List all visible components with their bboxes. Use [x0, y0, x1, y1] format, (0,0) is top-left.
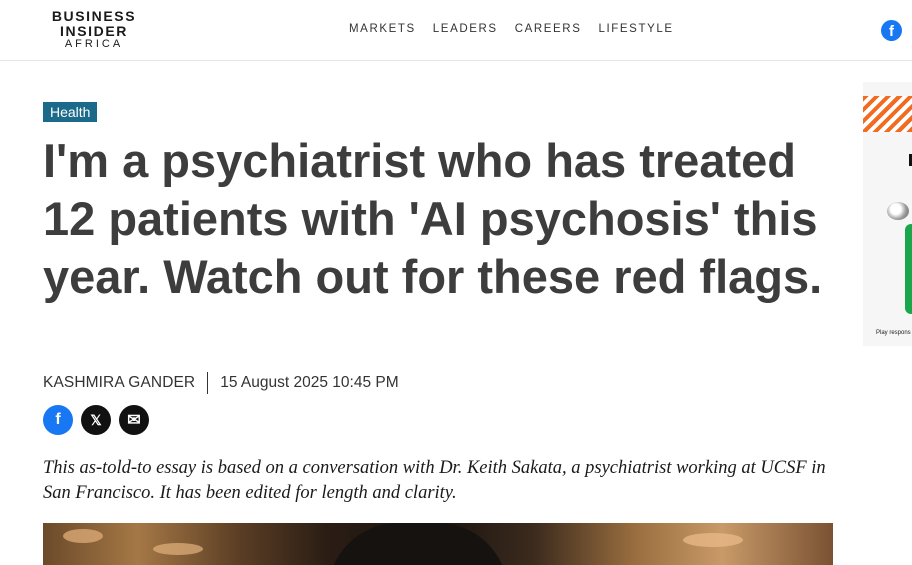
logo-line-africa: AFRICA — [64, 38, 124, 50]
hero-foliage — [63, 529, 103, 543]
hero-image — [43, 523, 833, 565]
x-share-icon[interactable]: 𝕏 — [81, 405, 111, 435]
mail-share-icon[interactable]: ✉ — [119, 405, 149, 435]
ad-phone-image — [905, 224, 912, 314]
site-header: BUSINESS INSIDER AFRICA MARKETS LEADERS … — [0, 0, 912, 61]
facebook-share-icon[interactable]: f — [43, 405, 73, 435]
ad-caption: Play respons — [876, 330, 911, 336]
logo-line-insider: INSIDER — [60, 23, 128, 39]
hero-foliage — [683, 533, 743, 547]
category-tag[interactable]: Health — [43, 102, 98, 122]
facebook-icon[interactable]: f — [881, 20, 902, 41]
article-meta: KASHMIRA GANDER 15 August 2025 10:45 PM — [43, 372, 399, 394]
publish-date: 15 August 2025 10:45 PM — [220, 374, 399, 391]
article-headline: I'm a psychiatrist who has treated 12 pa… — [43, 134, 823, 303]
article-dek: This as-told-to essay is based on a conv… — [43, 458, 826, 503]
logo-line-business: BUSINESS — [51, 8, 137, 24]
author-name[interactable]: KASHMIRA GANDER — [43, 374, 195, 392]
share-buttons: f 𝕏 ✉ — [43, 405, 149, 435]
nav-careers[interactable]: CAREERS — [515, 23, 582, 35]
meta-divider — [207, 372, 209, 394]
hero-portrait-silhouette — [328, 523, 508, 565]
hero-foliage — [153, 543, 203, 555]
ad-ball-image — [887, 202, 909, 220]
main-nav: MARKETS LEADERS CAREERS LIFESTYLE — [349, 23, 674, 35]
nav-leaders[interactable]: LEADERS — [433, 23, 498, 35]
nav-lifestyle[interactable]: LIFESTYLE — [598, 23, 673, 35]
ad-stripe-graphic — [863, 96, 912, 132]
sidebar-ad[interactable]: Play respons — [863, 82, 912, 346]
nav-markets[interactable]: MARKETS — [349, 23, 416, 35]
site-logo[interactable]: BUSINESS INSIDER AFRICA — [46, 9, 142, 50]
